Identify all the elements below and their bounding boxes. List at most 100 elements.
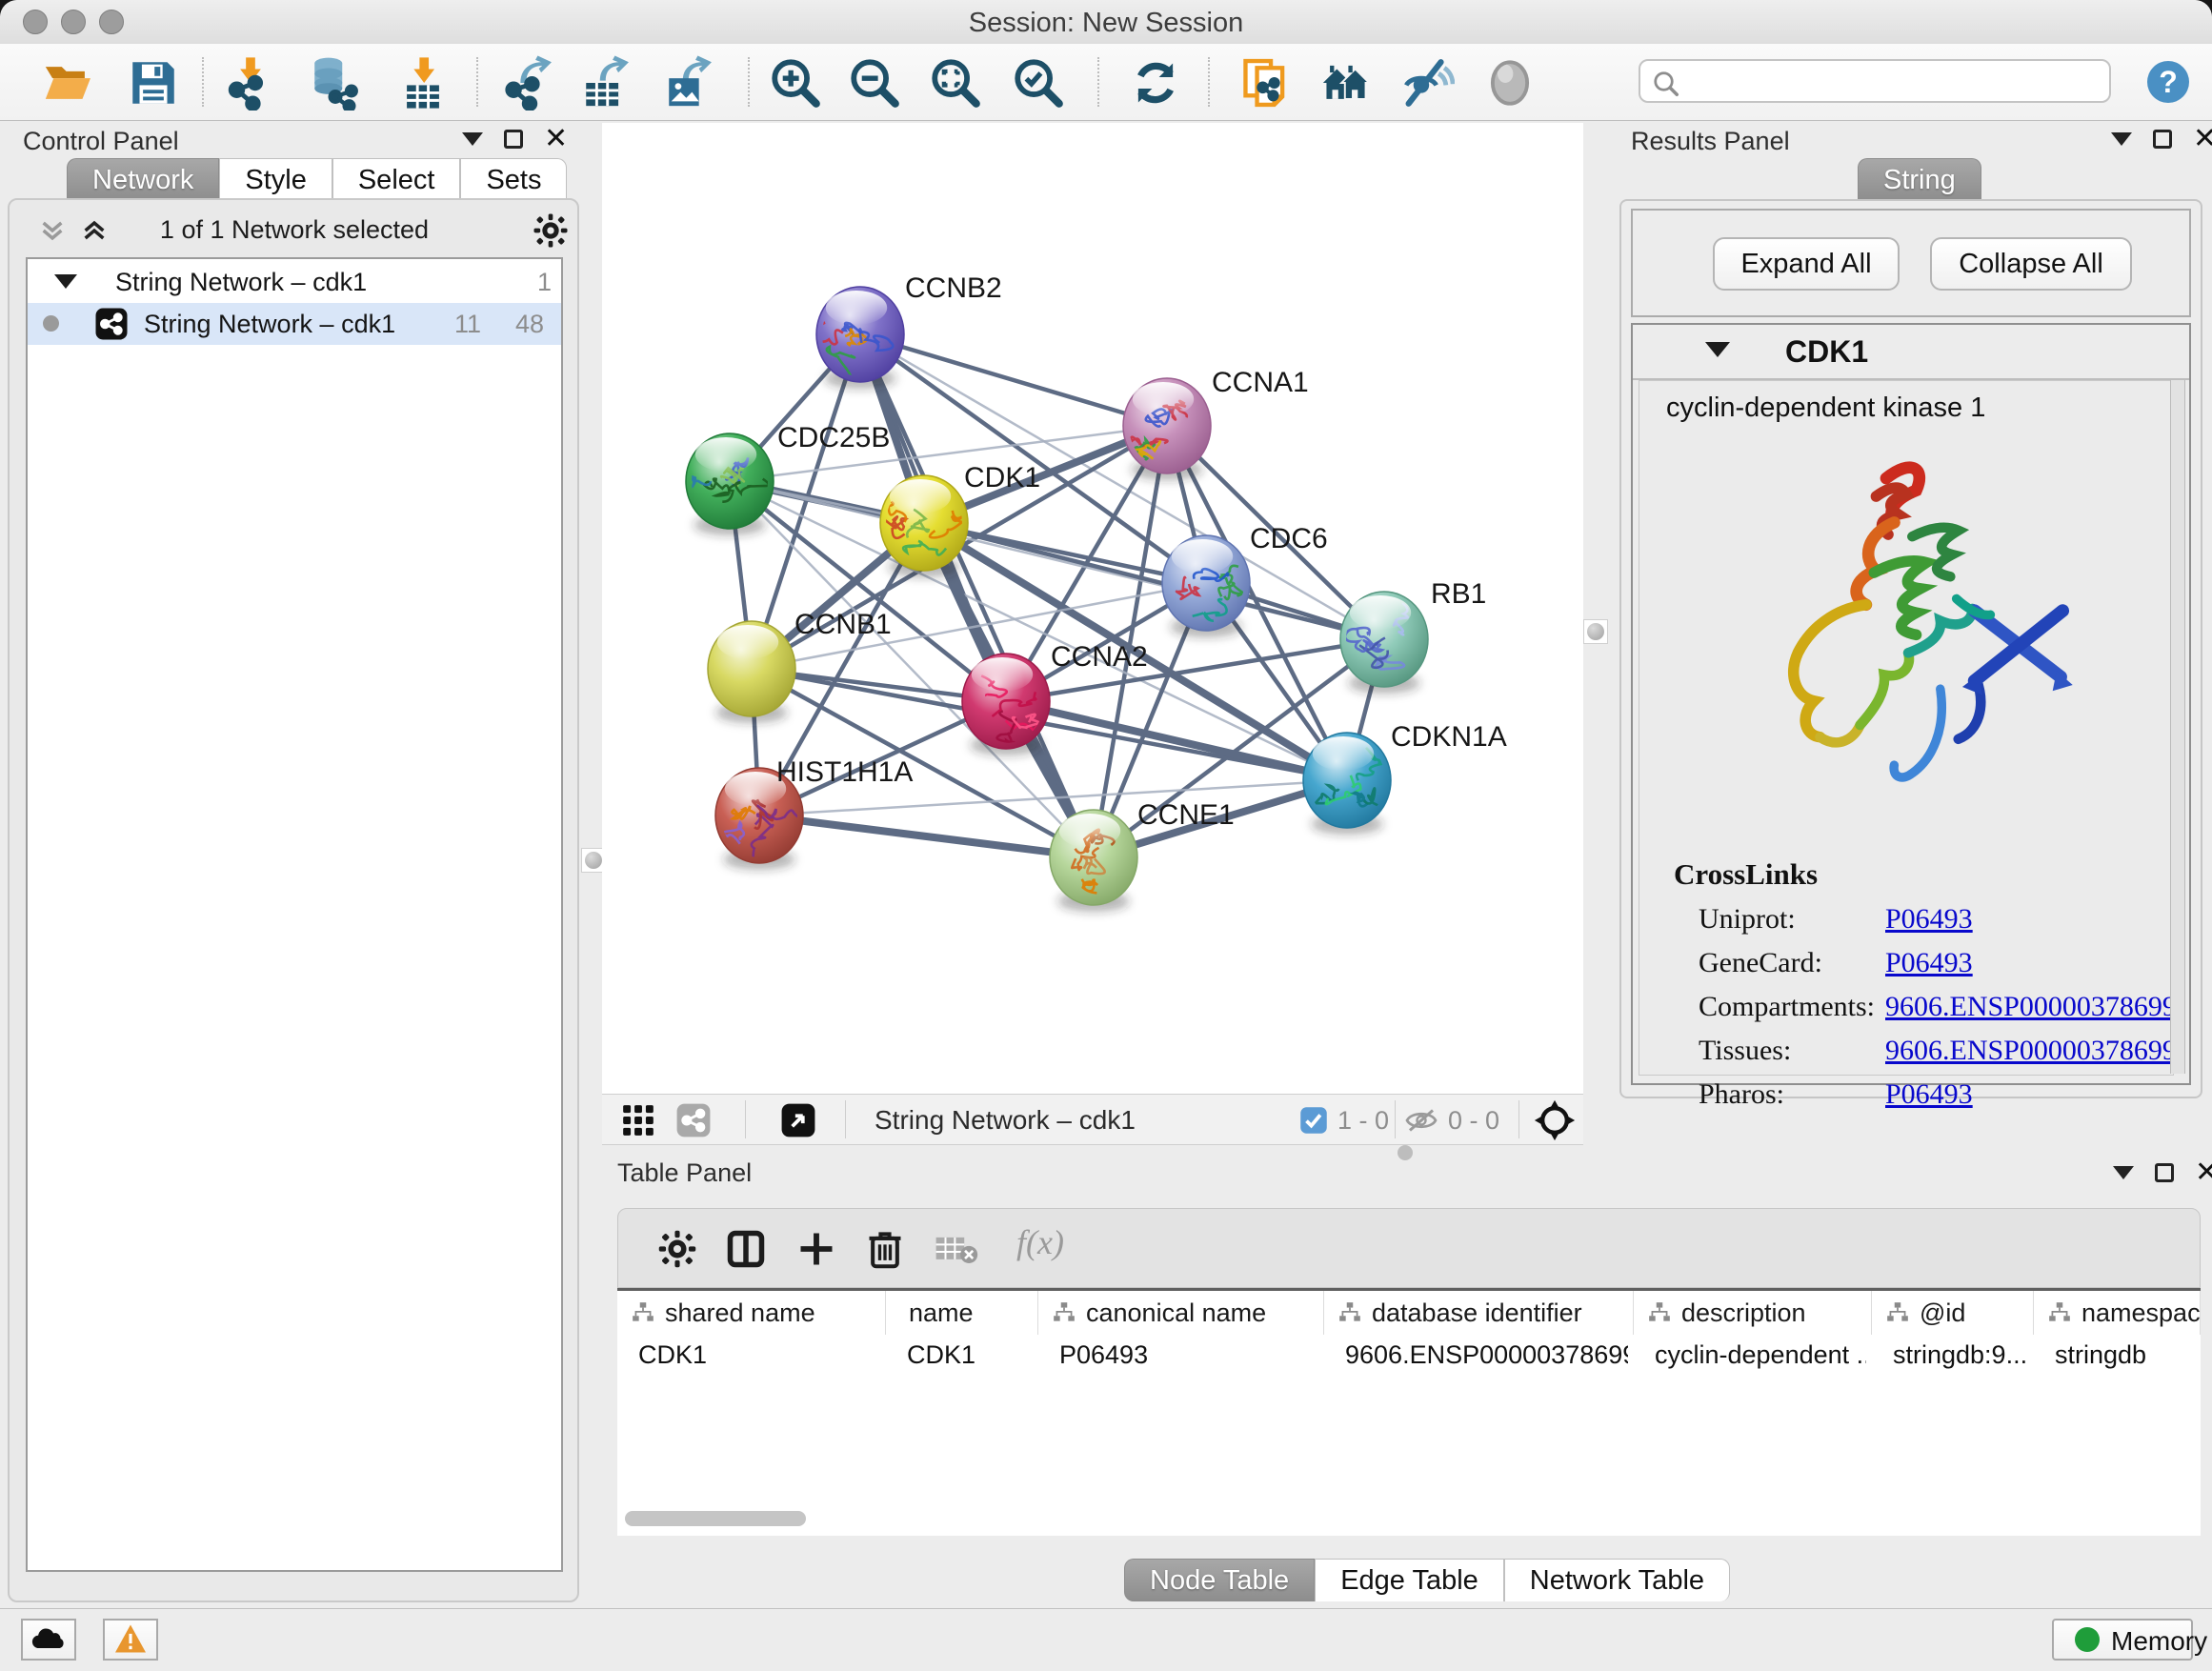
crosslink-value-pharos[interactable]: P06493 xyxy=(1885,1078,1973,1111)
search-field[interactable] xyxy=(1639,59,2111,103)
zoom-out-button[interactable] xyxy=(847,55,902,111)
birds-eye-crosshair-icon[interactable] xyxy=(1534,1099,1576,1141)
node-CCNE1[interactable] xyxy=(1050,810,1137,912)
network-row-selected[interactable]: String Network – cdk1 11 48 xyxy=(28,303,561,345)
node-RB1[interactable] xyxy=(1340,592,1428,694)
crosslink-value-genecard[interactable]: P06493 xyxy=(1885,947,1973,979)
panel-close-icon[interactable]: ✕ xyxy=(2195,1163,2212,1182)
panel-menu-icon[interactable] xyxy=(2113,1166,2134,1179)
delete-column-trash-icon[interactable] xyxy=(864,1226,906,1270)
section-expander-icon[interactable] xyxy=(1705,342,1730,357)
panel-float-icon[interactable] xyxy=(2155,1163,2174,1182)
save-session-button[interactable] xyxy=(126,55,181,111)
node-CDC25B[interactable] xyxy=(686,433,774,535)
help-button[interactable]: ? xyxy=(2145,59,2191,105)
table-horizontal-scrollbar[interactable] xyxy=(625,1511,806,1526)
export-image-icon xyxy=(662,55,717,111)
import-table-icon xyxy=(395,55,451,111)
node-CDC6[interactable] xyxy=(1162,535,1250,637)
column-header-shared-name[interactable]: shared name xyxy=(617,1291,886,1335)
show-columns-icon[interactable] xyxy=(725,1228,767,1270)
gear-icon[interactable] xyxy=(532,211,570,250)
column-header-database-identifier[interactable]: database identifier xyxy=(1324,1291,1634,1335)
panel-close-icon[interactable]: ✕ xyxy=(544,130,568,149)
grid-view-icon[interactable] xyxy=(619,1102,657,1138)
tab-network-table[interactable]: Network Table xyxy=(1504,1559,1730,1601)
expand-all-button[interactable]: Expand All xyxy=(1713,237,1900,291)
column-label: canonical name xyxy=(1086,1299,1266,1328)
column-header-description[interactable]: description xyxy=(1634,1291,1872,1335)
panel-float-icon[interactable] xyxy=(2153,130,2172,149)
cell-canonical-name[interactable]: P06493 xyxy=(1059,1335,1318,1382)
panel-close-icon[interactable]: ✕ xyxy=(2193,130,2212,149)
node-CCNB1[interactable] xyxy=(708,621,795,723)
node-CDK1[interactable] xyxy=(877,475,969,577)
node-CCNA1[interactable] xyxy=(1123,378,1211,480)
column-header-name[interactable]: name xyxy=(886,1291,1038,1335)
cell-namespac[interactable]: stringdb xyxy=(2055,1335,2195,1382)
edge-CCNB2-CCNA1[interactable] xyxy=(860,334,1167,426)
show-all-button[interactable] xyxy=(1482,55,1538,111)
zoom-in-button[interactable] xyxy=(768,55,823,111)
crosslink-value-compartments[interactable]: 9606.ENSP00000378699 xyxy=(1885,991,2177,1023)
selected-checkbox-icon[interactable] xyxy=(1299,1106,1328,1135)
search-input[interactable] xyxy=(1688,65,2101,99)
right-splitter-handle[interactable] xyxy=(1583,619,1608,644)
crosslink-value-uniprot[interactable]: P06493 xyxy=(1885,903,1973,936)
node-section-header[interactable]: CDK1 xyxy=(1633,325,2189,380)
tab-select[interactable]: Select xyxy=(332,158,461,201)
results-scrollbar[interactable] xyxy=(2170,380,2185,1074)
edge-HIST1H1A-CCNE1[interactable] xyxy=(759,815,1094,857)
warnings-button[interactable] xyxy=(103,1619,158,1661)
detach-view-icon[interactable] xyxy=(779,1102,817,1138)
tab-edge-table[interactable]: Edge Table xyxy=(1315,1559,1504,1601)
network-view-mode-icon[interactable] xyxy=(674,1102,713,1138)
memory-button[interactable]: Memory xyxy=(2052,1619,2193,1661)
toolbar-separator xyxy=(476,57,478,107)
tab-style[interactable]: Style xyxy=(219,158,332,201)
panel-menu-icon[interactable] xyxy=(2111,132,2132,146)
svg-text:?: ? xyxy=(2159,65,2178,99)
panel-float-icon[interactable] xyxy=(504,130,523,149)
node-CDKN1A[interactable] xyxy=(1303,733,1395,835)
zoom-selected-button[interactable] xyxy=(1011,55,1066,111)
import-table-file-button[interactable] xyxy=(395,55,451,111)
hide-selected-button[interactable] xyxy=(1399,55,1455,111)
separator xyxy=(745,1100,746,1138)
node-table[interactable]: shared namename canonical name database id… xyxy=(617,1288,2201,1536)
network-canvas[interactable]: CCNB2CCNA1CDC25BCDK1CDC6RB1CCNB1CCNA2CDK… xyxy=(602,123,1583,1094)
network-collection-row[interactable]: String Network – cdk1 1 xyxy=(28,261,561,303)
add-column-icon[interactable] xyxy=(795,1228,837,1270)
cell-description[interactable]: cyclin-dependent ... xyxy=(1655,1335,1866,1382)
cell-@id[interactable]: stringdb:9... xyxy=(1893,1335,2028,1382)
panel-menu-icon[interactable] xyxy=(462,132,483,146)
open-session-button[interactable] xyxy=(41,55,96,111)
column-header-canonical-name[interactable]: canonical name xyxy=(1038,1291,1324,1335)
cloud-status-button[interactable] xyxy=(21,1619,76,1661)
export-table-button[interactable] xyxy=(579,55,634,111)
titlebar: Session: New Session xyxy=(0,0,2212,45)
zoom-fit-button[interactable] xyxy=(928,55,983,111)
cybrowser-home-button[interactable] xyxy=(1318,55,1374,111)
column-header-@id[interactable]: @id xyxy=(1872,1291,2034,1335)
tab-string[interactable]: String xyxy=(1858,158,1981,201)
cell-name[interactable]: CDK1 xyxy=(907,1335,1033,1382)
tree-expander-icon[interactable] xyxy=(54,274,77,289)
tab-node-table[interactable]: Node Table xyxy=(1124,1559,1315,1601)
cell-database-identifier[interactable]: 9606.ENSP00000378699 xyxy=(1345,1335,1628,1382)
import-network-database-button[interactable] xyxy=(308,55,363,111)
tab-sets[interactable]: Sets xyxy=(460,158,567,201)
refresh-view-button[interactable] xyxy=(1128,55,1183,111)
table-settings-gear-icon[interactable] xyxy=(656,1228,698,1270)
export-network-button[interactable] xyxy=(502,55,557,111)
export-image-button[interactable] xyxy=(662,55,717,111)
crosslink-value-tissues[interactable]: 9606.ENSP00000378699 xyxy=(1885,1035,2177,1067)
edge-CCNA2-CDKN1A[interactable] xyxy=(1006,701,1347,780)
network-from-selection-button[interactable] xyxy=(1237,55,1293,111)
column-label: namespac xyxy=(2081,1299,2201,1328)
cell-shared-name[interactable]: CDK1 xyxy=(638,1335,880,1382)
tab-network[interactable]: Network xyxy=(67,158,219,201)
collapse-all-button[interactable]: Collapse All xyxy=(1930,237,2132,291)
column-header-namespac[interactable]: namespac xyxy=(2034,1291,2201,1335)
import-network-file-button[interactable] xyxy=(223,55,278,111)
